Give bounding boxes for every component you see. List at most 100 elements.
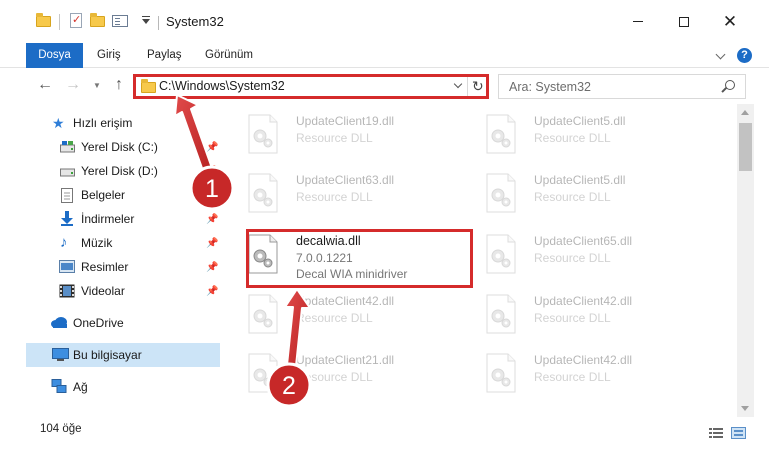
pin-icon[interactable]: 📌 xyxy=(206,238,218,249)
file-name: UpdateClient63.dll xyxy=(296,173,395,187)
status-bar: 104 öğe xyxy=(0,417,769,447)
sidebar-item-label: Müzik xyxy=(81,236,113,250)
tab-file[interactable]: Dosya xyxy=(26,43,83,68)
help-icon[interactable]: ? xyxy=(737,48,752,63)
sidebar-item-downloads[interactable]: İndirmeler 📌 xyxy=(0,207,221,231)
sidebar-item-label: Hızlı erişim xyxy=(73,116,133,130)
sidebar-item-videos[interactable]: Videolar 📌 xyxy=(0,279,221,303)
pin-icon[interactable]: 📌 xyxy=(206,166,218,177)
recent-dropdown-icon[interactable]: ▼ xyxy=(92,74,102,96)
list-item[interactable]: UpdateClient5.dll Resource DLL xyxy=(484,169,714,219)
cloud-icon xyxy=(50,317,67,331)
sidebar-item-documents[interactable]: Belgeler 📌 xyxy=(0,183,221,207)
drive-icon xyxy=(60,165,75,179)
sidebar-item-label: Ağ xyxy=(73,380,88,394)
sidebar-item-label: Resimler xyxy=(81,260,129,274)
item-count: 104 öğe xyxy=(40,423,82,435)
list-item[interactable]: UpdateClient63.dll Resource DLL xyxy=(246,169,476,219)
sidebar-item-quick-access[interactable]: ★ Hızlı erişim xyxy=(0,111,221,135)
video-icon xyxy=(59,284,75,298)
dll-file-icon xyxy=(248,353,278,393)
quick-access-dropdown-icon[interactable] xyxy=(142,16,150,24)
details-view-icon[interactable] xyxy=(709,427,723,439)
dll-file-icon xyxy=(486,353,516,393)
address-dropdown-icon[interactable] xyxy=(453,79,463,89)
properties-icon[interactable] xyxy=(112,13,128,29)
file-description: Resource DLL xyxy=(296,311,373,325)
up-icon[interactable]: ↑ xyxy=(110,74,128,96)
file-name: UpdateClient42.dll xyxy=(534,294,633,308)
pin-icon[interactable]: 📌 xyxy=(206,214,218,225)
file-description: Resource DLL xyxy=(534,190,611,204)
music-icon: ♪ xyxy=(60,234,68,251)
new-folder-icon[interactable] xyxy=(90,13,106,29)
list-item[interactable]: UpdateClient65.dll Resource DLL xyxy=(484,230,714,280)
sidebar-item-onedrive[interactable]: OneDrive xyxy=(0,311,221,335)
list-item[interactable]: UpdateClient42.dll Resource DLL xyxy=(246,290,476,340)
pin-icon[interactable]: 📌 xyxy=(206,142,218,153)
file-description: Resource DLL xyxy=(296,131,373,145)
file-name: UpdateClient42.dll xyxy=(534,353,633,367)
sidebar-item-drive-d[interactable]: Yerel Disk (D:) 📌 xyxy=(0,159,221,183)
tab-view[interactable]: Görünüm xyxy=(205,43,253,68)
close-button[interactable]: ✕ xyxy=(707,0,753,43)
file-description: Resource DLL xyxy=(534,311,611,325)
file-description: Resource DLL xyxy=(296,370,373,384)
separator xyxy=(158,16,159,30)
sidebar-item-this-pc[interactable]: Bu bilgisayar xyxy=(26,343,220,367)
scroll-up-icon[interactable] xyxy=(741,110,749,115)
file-name: UpdateClient19.dll xyxy=(296,114,395,128)
tab-home[interactable]: Giriş xyxy=(97,43,121,68)
list-item[interactable]: UpdateClient42.dll Resource DLL xyxy=(484,349,714,399)
network-icon xyxy=(51,379,67,393)
list-item[interactable]: UpdateClient5.dll Resource DLL xyxy=(484,110,714,160)
list-item[interactable]: UpdateClient21.dll Resource DLL xyxy=(246,349,476,399)
pin-icon[interactable]: 📌 xyxy=(206,286,218,297)
file-name: UpdateClient21.dll xyxy=(296,353,395,367)
sidebar-item-music[interactable]: ♪ Müzik 📌 xyxy=(0,231,221,255)
scroll-down-icon[interactable] xyxy=(741,406,749,411)
pin-icon[interactable]: 📌 xyxy=(206,262,218,273)
sidebar-item-drive-c[interactable]: Yerel Disk (C:) 📌 xyxy=(0,135,221,159)
address-bar[interactable]: C:\Windows\System32 ↻ xyxy=(133,74,489,99)
dll-file-icon xyxy=(486,114,516,154)
vertical-scrollbar[interactable] xyxy=(737,104,754,417)
refresh-icon[interactable]: ↻ xyxy=(472,78,484,95)
file-description: Decal WIA minidriver xyxy=(296,267,408,281)
folder-icon[interactable] xyxy=(36,13,52,29)
dll-file-icon xyxy=(248,173,278,213)
forward-icon[interactable]: → xyxy=(64,74,82,96)
window-title: System32 xyxy=(166,14,224,29)
expand-ribbon-icon[interactable] xyxy=(715,49,726,60)
tiles-view-icon[interactable] xyxy=(731,427,746,439)
file-name: UpdateClient65.dll xyxy=(534,234,633,248)
separator xyxy=(467,75,468,98)
list-item[interactable]: UpdateClient19.dll Resource DLL xyxy=(246,110,476,160)
sidebar-item-network[interactable]: Ağ xyxy=(0,375,221,399)
scroll-thumb[interactable] xyxy=(739,123,752,171)
file-name: UpdateClient5.dll xyxy=(534,173,626,187)
sidebar-item-label: Yerel Disk (D:) xyxy=(81,164,158,178)
pictures-icon xyxy=(59,260,75,274)
file-description: Resource DLL xyxy=(534,370,611,384)
dll-file-icon xyxy=(486,234,516,274)
address-text[interactable]: C:\Windows\System32 xyxy=(159,79,285,93)
tab-share[interactable]: Paylaş xyxy=(147,43,182,68)
search-input[interactable]: Ara: System32 xyxy=(498,74,746,99)
list-item-decalwia[interactable]: decalwia.dll 7.0.0.1221 Decal WIA minidr… xyxy=(246,230,476,281)
sidebar-item-label: Belgeler xyxy=(81,188,126,202)
file-list: UpdateClient19.dll Resource DLL UpdateCl… xyxy=(221,104,736,417)
sidebar-item-pictures[interactable]: Resimler 📌 xyxy=(0,255,221,279)
minimize-button[interactable] xyxy=(615,0,661,43)
maximize-button[interactable] xyxy=(661,0,707,43)
title-bar: ✓ System32 ✕ xyxy=(0,0,769,43)
properties-check-icon[interactable]: ✓ xyxy=(68,13,84,29)
search-icon[interactable] xyxy=(725,80,735,90)
document-icon xyxy=(61,188,76,203)
file-description: Resource DLL xyxy=(534,131,611,145)
back-icon[interactable]: ← xyxy=(36,74,54,96)
file-name: decalwia.dll xyxy=(296,234,361,248)
pin-icon[interactable]: 📌 xyxy=(206,190,218,201)
dll-file-icon xyxy=(248,234,278,274)
list-item[interactable]: UpdateClient42.dll Resource DLL xyxy=(484,290,714,340)
